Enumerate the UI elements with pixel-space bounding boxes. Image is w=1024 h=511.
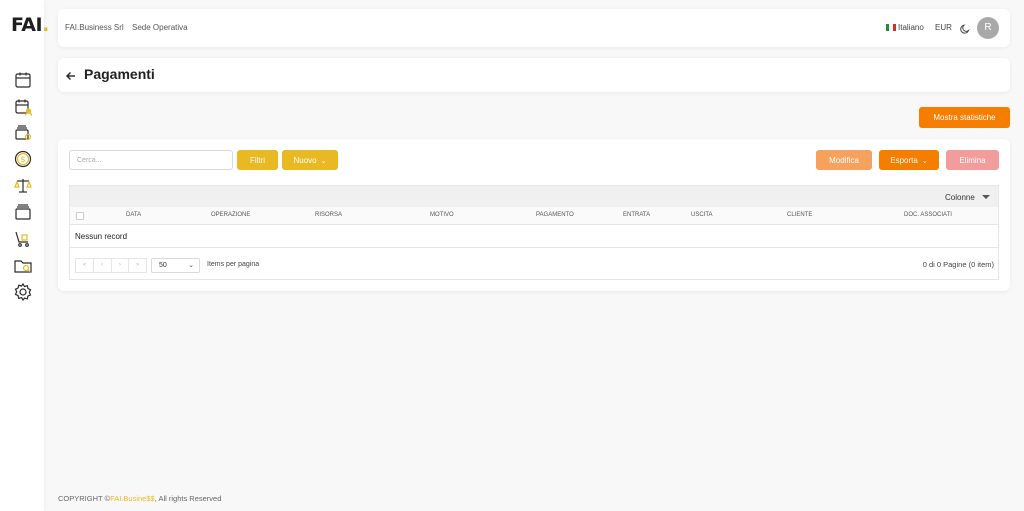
folder-search-icon[interactable] xyxy=(13,256,33,276)
page-title: Pagamenti xyxy=(84,66,155,82)
column-header-doc-associati[interactable]: DOC. ASSOCIATI xyxy=(904,212,952,218)
gear-icon[interactable] xyxy=(13,282,33,302)
column-header-pagamento[interactable]: PAGAMENTO xyxy=(536,212,574,218)
sidebar: FAI. $ xyxy=(0,0,49,511)
company-name[interactable]: FAI.Business Srl xyxy=(65,23,124,32)
empty-state-text: Nessun record xyxy=(75,232,128,241)
column-header-entrata[interactable]: ENTRATA xyxy=(623,212,650,218)
last-page-button[interactable]: » xyxy=(129,259,146,272)
first-page-button[interactable]: « xyxy=(76,259,94,272)
export-button[interactable]: Esporta ⌄ xyxy=(879,150,939,170)
new-button[interactable]: Nuovo ⌄ xyxy=(282,150,338,170)
stack-coin-icon[interactable] xyxy=(13,123,33,143)
chevron-down-icon: ⌄ xyxy=(320,157,327,165)
next-page-button[interactable]: › xyxy=(112,259,130,272)
payments-card: Filtri Nuovo⌄ Modifica Esporta⌄ Elimina … xyxy=(58,139,1010,291)
columns-chooser-button[interactable]: Colonne xyxy=(945,193,975,202)
grid-header-row: DATA OPERAZIONE RISORSA MOTIVO PAGAMENTO… xyxy=(70,207,998,225)
edit-button[interactable]: Modifica xyxy=(816,150,872,170)
currency-selector[interactable]: EUR xyxy=(935,23,952,32)
column-header-motivo[interactable]: MOTIVO xyxy=(430,212,454,218)
prev-page-button[interactable]: ‹ xyxy=(94,259,112,272)
svg-text:$: $ xyxy=(20,155,25,164)
column-header-data[interactable]: DATA xyxy=(126,212,141,218)
user-avatar[interactable]: R xyxy=(977,17,999,39)
column-header-cliente[interactable]: CLIENTE xyxy=(787,212,812,218)
logo[interactable]: FAI. xyxy=(11,14,49,36)
language-selector[interactable]: Italiano xyxy=(898,23,924,32)
chevron-down-icon: ⌄ xyxy=(188,262,194,269)
grid-toolbar: Colonne xyxy=(70,186,998,207)
column-header-operazione[interactable]: OPERAZIONE xyxy=(211,212,250,218)
calendar-icon[interactable] xyxy=(13,70,33,90)
stack-icon[interactable] xyxy=(13,202,33,222)
select-all-checkbox[interactable] xyxy=(76,212,84,220)
dollar-coin-icon[interactable]: $ xyxy=(13,149,33,169)
pagination: « ‹ › » xyxy=(75,258,147,273)
grid-footer: « ‹ › » 50 ⌄ Items per pagina 0 di 0 Pag… xyxy=(70,247,998,279)
caret-down-icon[interactable] xyxy=(982,195,990,199)
dark-mode-toggle-icon[interactable] xyxy=(959,22,971,34)
column-header-uscita[interactable]: USCITA xyxy=(691,212,713,218)
trolley-icon[interactable] xyxy=(13,229,33,249)
search-input[interactable] xyxy=(69,150,233,170)
calendar-user-icon[interactable] xyxy=(13,97,33,117)
data-grid: Colonne DATA OPERAZIONE RISORSA MOTIVO P… xyxy=(69,185,999,280)
show-statistics-button[interactable]: Mostra statistiche xyxy=(919,107,1010,128)
italy-flag-icon[interactable] xyxy=(886,24,896,31)
delete-button[interactable]: Elimina xyxy=(946,150,999,170)
balance-scale-icon[interactable] xyxy=(13,176,33,196)
copyright: COPYRIGHT ©FAI.Busine$$, All rights Rese… xyxy=(58,494,222,503)
brand-link[interactable]: FAI.Busine$$ xyxy=(110,494,155,503)
back-arrow-icon[interactable] xyxy=(65,69,77,81)
chevron-down-icon: ⌄ xyxy=(921,157,928,165)
page-size-select[interactable]: 50 ⌄ xyxy=(151,258,200,273)
page-title-bar: Pagamenti xyxy=(58,58,1010,92)
column-header-risorsa[interactable]: RISORSA xyxy=(315,212,342,218)
top-header: FAI.Business Srl Sede Operativa Italiano… xyxy=(58,9,1010,47)
filters-button[interactable]: Filtri xyxy=(237,150,278,170)
site-name[interactable]: Sede Operativa xyxy=(132,23,188,32)
page-info: 0 di 0 Pagine (0 item) xyxy=(922,260,994,269)
items-per-page-label: Items per pagina xyxy=(207,261,260,268)
